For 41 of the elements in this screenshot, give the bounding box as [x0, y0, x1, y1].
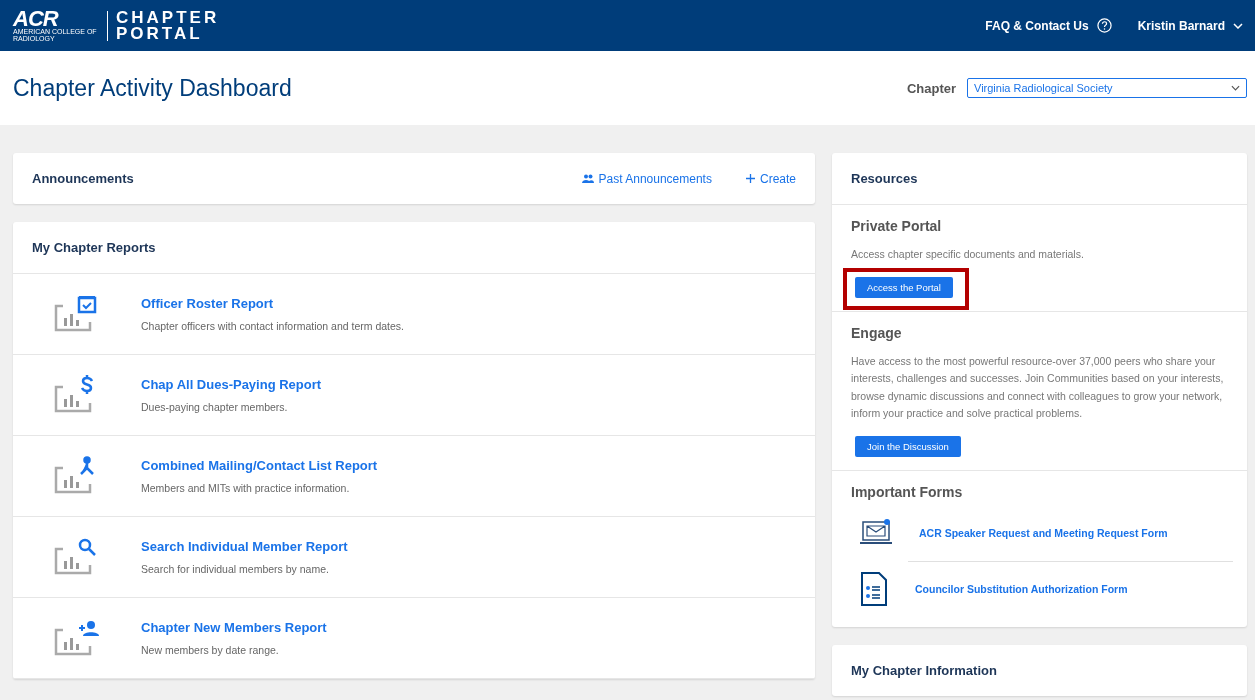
report-link[interactable]: Chap All Dues-Paying Report	[141, 377, 322, 392]
report-chart-icon	[53, 294, 99, 334]
past-announcements-link[interactable]: Past Announcements	[581, 171, 712, 186]
report-link[interactable]: Combined Mailing/Contact List Report	[141, 458, 378, 473]
help-icon	[1096, 18, 1112, 33]
report-description: Members and MITs with practice information.	[141, 482, 351, 494]
section-title: Important Forms	[851, 483, 964, 500]
section-title: Private Portal	[851, 218, 943, 234]
card-title: My Chapter Information	[851, 662, 998, 678]
section-text: Access chapter specific documents and materials.	[851, 247, 1085, 262]
action-button[interactable]: Access the Portal	[855, 276, 953, 298]
logo-mark: ACR	[13, 9, 59, 28]
chevron-down-icon	[1231, 85, 1240, 91]
user-menu[interactable]: Kristin Barnard	[1137, 18, 1243, 33]
select-label: Chapter	[906, 80, 956, 96]
section-text: Have access to the most powerful resource-over 37,000 peers who share your interests, challenges and successes. Join Communities based on your interests, browse dynamic discussions and connect with colleagues to grow your network, inform your practice and solve practical problems.	[851, 353, 1225, 421]
people-icon	[581, 174, 594, 183]
checklist-document-icon	[859, 571, 889, 607]
section-title: Engage	[851, 324, 903, 341]
logo-title: CHAPTER	[116, 9, 220, 26]
help-link[interactable]: FAQ & Contact Us	[985, 18, 1112, 33]
report-chart-icon	[53, 618, 99, 658]
page-title: Chapter Activity Dashboard	[13, 74, 293, 102]
report-link[interactable]: Officer Roster Report	[141, 296, 405, 311]
card-title: My Chapter Reports	[32, 240, 157, 255]
report-description: Chapter officers with contact information and term dates.	[141, 320, 405, 332]
card-title: Resources	[851, 171, 919, 186]
logo-title: PORTAL	[116, 25, 204, 42]
report-link[interactable]: Chapter New Members Report	[141, 620, 327, 635]
report-description: New members by date range.	[141, 644, 280, 656]
create-link[interactable]: Create	[745, 171, 796, 186]
report-description: Dues-paying chapter members.	[141, 401, 289, 413]
form-link[interactable]: Councilor Substitution Authorization Form	[915, 561, 1228, 617]
chapter-select[interactable]: Virginia Radiological Society	[967, 78, 1247, 98]
form-link[interactable]: ACR Speaker Request and Meeting Request Form	[919, 505, 1228, 561]
report-description: Search for individual members by name.	[141, 563, 330, 575]
plus-icon	[745, 174, 755, 183]
card-title: Announcements	[32, 171, 135, 186]
report-link[interactable]: Search Individual Member Report	[141, 539, 348, 554]
action-button[interactable]: Join the Discussion	[855, 435, 961, 457]
chevron-down-icon	[1233, 22, 1243, 29]
